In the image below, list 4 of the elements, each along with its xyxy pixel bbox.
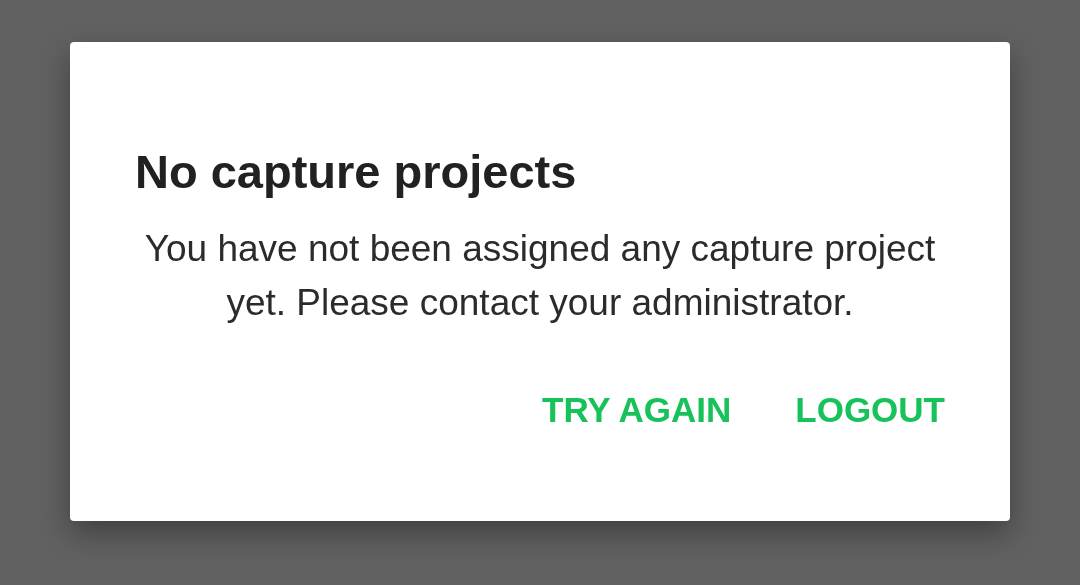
dialog-title: No capture projects [135,144,578,200]
dialog-button[interactable]: TRY AGAIN [532,382,742,438]
dialog-button[interactable]: LOGOUT [785,382,955,438]
dialog-message: You have not been assigned any capture project yet. Please contact your administrator. [143,227,937,325]
